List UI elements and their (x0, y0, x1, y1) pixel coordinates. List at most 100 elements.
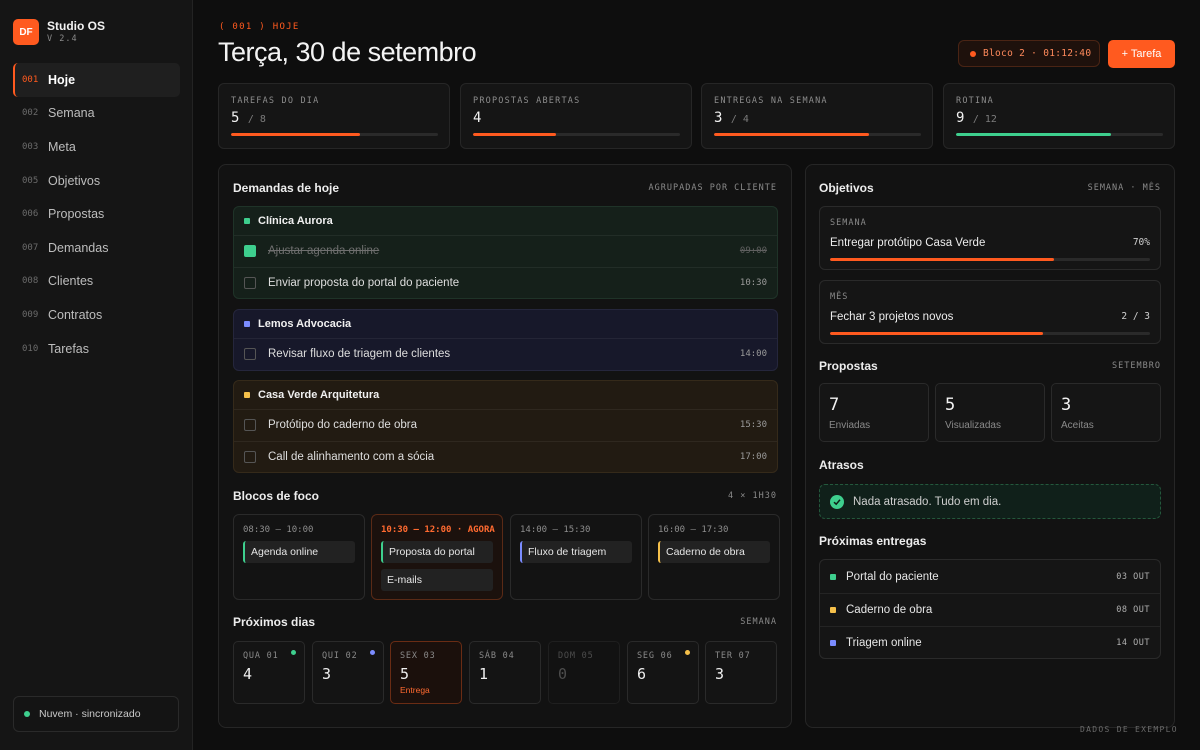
client-group-header[interactable]: Lemos Advocacia (234, 310, 777, 338)
task-row[interactable]: Protótipo do caderno de obra 15:30 (234, 409, 777, 441)
brand[interactable]: DF Studio OS V 2.4 (13, 19, 105, 45)
sync-label: Nuvem · sincronizado (39, 708, 141, 720)
nav-label: Semana (48, 106, 95, 121)
checkbox[interactable] (244, 450, 256, 463)
focus-block[interactable]: 08:30 — 10:00 Agenda online (233, 514, 365, 600)
task-row[interactable]: Call de alinhamento com a sócia 17:00 (234, 440, 777, 473)
section-title-demandas: Demandas de hoje (233, 181, 340, 195)
focus-chip[interactable]: Fluxo de triagem (520, 541, 632, 563)
stat-progress-fill (473, 133, 556, 136)
checkbox-checked[interactable] (244, 245, 256, 258)
section-meta-propostas: SETEMBRO (1112, 361, 1161, 371)
day-card-selected[interactable]: SEX 03 5 Entrega (390, 641, 462, 704)
focus-block-current[interactable]: 10:30 — 12:00 · AGORA Proposta do portal… (371, 514, 503, 600)
nav-number: 009 (22, 309, 39, 320)
checkbox[interactable] (244, 419, 256, 432)
focus-block-time: 16:00 — 17:30 (658, 525, 729, 535)
sidebar-item-objetivos[interactable]: 005 Objetivos (13, 164, 180, 198)
objective-progress-text: 70% (1132, 237, 1150, 248)
day-count: 5 (400, 665, 410, 683)
proposal-stat-aceitas[interactable]: 3 Aceitas (1051, 383, 1161, 442)
sidebar-item-propostas[interactable]: 006 Propostas (13, 197, 180, 231)
proposal-stat-label: Aceitas (1061, 420, 1094, 431)
client-color-icon (244, 218, 250, 224)
objective-card[interactable]: MÊS Fechar 3 projetos novos 2 / 3 (819, 280, 1161, 344)
focus-block[interactable]: 14:00 — 15:30 Fluxo de triagem (510, 514, 642, 600)
focus-chip[interactable]: Agenda online (243, 541, 355, 563)
sidebar-item-semana[interactable]: 002 Semana (13, 97, 180, 131)
day-card[interactable]: TER 07 3 (705, 641, 777, 704)
stat-card-tarefas: TAREFAS DO DIA 5 / 8 (218, 83, 450, 149)
focus-timer-badge[interactable]: Bloco 2 · 01:12:40 (958, 40, 1100, 67)
objective-name: Entregar protótipo Casa Verde (830, 237, 986, 249)
sidebar-item-tarefas[interactable]: 010 Tarefas (13, 332, 180, 366)
stat-value: 5 (231, 110, 240, 126)
focus-chip[interactable]: Proposta do portal (381, 541, 493, 563)
client-group-casa-verde: Casa Verde Arquitetura Protótipo do cade… (233, 380, 778, 473)
focus-chip[interactable]: E-mails (381, 569, 493, 591)
delivery-item[interactable]: Caderno de obra 08 OUT (820, 593, 1160, 626)
task-row[interactable]: Revisar fluxo de triagem de clientes 14:… (234, 338, 777, 370)
task-row[interactable]: Enviar proposta do portal do paciente 10… (234, 266, 777, 299)
proposal-stat-label: Visualizadas (945, 420, 1001, 431)
brand-version: V 2.4 (47, 34, 78, 44)
day-card[interactable]: QUA 01 4 (233, 641, 305, 704)
day-card[interactable]: QUI 02 3 (312, 641, 384, 704)
nav-label: Contratos (48, 307, 103, 322)
proposal-stat-enviadas[interactable]: 7 Enviadas (819, 383, 929, 442)
sidebar-item-hoje[interactable]: 001 Hoje (13, 63, 180, 97)
day-card[interactable]: SÁB 04 1 (469, 641, 541, 704)
task-row[interactable]: Ajustar agenda online 09:00 (234, 235, 777, 267)
delivery-color-icon (830, 607, 836, 613)
delivery-name: Triagem online (846, 637, 922, 649)
stat-card-rotina: ROTINA 9 / 12 (943, 83, 1175, 149)
nav-number: 003 (22, 141, 39, 152)
sample-data-footnote: DADOS DE EXEMPLO (1080, 725, 1178, 734)
day-card[interactable]: SEG 06 6 (627, 641, 699, 704)
day-card-weekend[interactable]: DOM 05 0 (548, 641, 620, 704)
task-time: 15:30 (739, 420, 767, 431)
nav-number: 006 (22, 209, 39, 220)
delivery-item[interactable]: Triagem online 14 OUT (820, 626, 1160, 659)
section-meta-dias: SEMANA (740, 617, 777, 627)
checkbox[interactable] (244, 276, 256, 289)
proposal-stat-visualizadas[interactable]: 5 Visualizadas (935, 383, 1045, 442)
focus-chip[interactable]: Caderno de obra (658, 541, 770, 563)
timer-dot-icon (970, 50, 976, 57)
checkbox[interactable] (244, 348, 256, 361)
client-group-clinica-aurora: Clínica Aurora Ajustar agenda online 09:… (233, 206, 778, 299)
delivery-item[interactable]: Portal do paciente 03 OUT (820, 560, 1160, 593)
stat-label: PROPOSTAS ABERTAS (473, 96, 581, 106)
nav-number: 008 (22, 276, 39, 287)
day-count: 1 (479, 665, 489, 683)
client-group-header[interactable]: Casa Verde Arquitetura (234, 381, 777, 409)
sidebar-item-contratos[interactable]: 009 Contratos (13, 298, 180, 332)
nav-number: 010 (22, 343, 39, 354)
sidebar-item-clientes[interactable]: 008 Clientes (13, 265, 180, 299)
client-color-icon (244, 321, 250, 327)
nav-label: Objetivos (48, 173, 101, 188)
stat-progress-bar (956, 133, 1163, 136)
objective-progress-bar (830, 258, 1150, 261)
objective-period: SEMANA (830, 218, 867, 228)
deliveries-list: Portal do paciente 03 OUT Caderno de obr… (819, 559, 1161, 659)
stat-label: TAREFAS DO DIA (231, 96, 320, 106)
section-title-dias: Próximos dias (233, 615, 316, 629)
sidebar-item-meta[interactable]: 003 Meta (13, 130, 180, 164)
stat-card-entregas: ENTREGAS NA SEMANA 3 / 4 (701, 83, 933, 149)
objective-name: Fechar 3 projetos novos (830, 311, 954, 323)
section-title-entregas: Próximas entregas (819, 534, 927, 548)
nav-label: Tarefas (48, 341, 89, 356)
focus-block-time: 10:30 — 12:00 · AGORA (381, 525, 495, 535)
add-task-button[interactable]: + Tarefa (1108, 40, 1175, 68)
objective-card[interactable]: SEMANA Entregar protótipo Casa Verde 70% (819, 206, 1161, 270)
day-dot-icon (291, 650, 296, 655)
no-delays-alert: Nada atrasado. Tudo em dia. (819, 484, 1161, 519)
focus-block[interactable]: 16:00 — 17:30 Caderno de obra (648, 514, 780, 600)
task-text: Call de alinhamento com a sócia (268, 450, 435, 463)
delivery-name: Caderno de obra (846, 604, 933, 616)
sidebar-item-demandas[interactable]: 007 Demandas (13, 231, 180, 265)
delivery-date: 03 OUT (1116, 571, 1150, 582)
client-group-header[interactable]: Clínica Aurora (234, 207, 777, 235)
day-label: DOM 05 (558, 651, 594, 661)
